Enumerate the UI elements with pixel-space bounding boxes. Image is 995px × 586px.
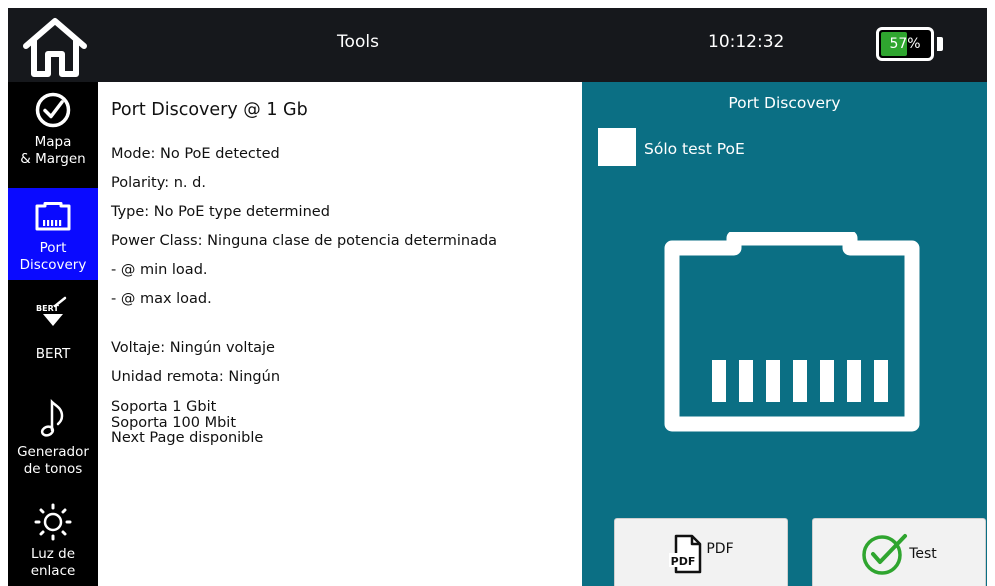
type-line: Type: No PoE type determined: [111, 204, 330, 220]
test-button[interactable]: Test: [812, 518, 986, 586]
sidebar-item-mapa-margen[interactable]: Mapa & Margen: [8, 84, 98, 188]
sidebar-item-label: Mapa & Margen: [20, 134, 86, 167]
support-line: Next Page disponible: [111, 430, 264, 446]
pdf-button-label: PDF: [706, 541, 734, 557]
sidebar-item-label: Luz de enlace: [30, 546, 76, 579]
top-bar: Tools 10:12:32 57%: [8, 8, 987, 82]
sidebar-item-luz-enlace[interactable]: Luz de enlace: [8, 494, 98, 586]
port-discovery-results: Port Discovery @ 1 Gb Mode: No PoE detec…: [98, 82, 582, 586]
test-button-label: Test: [909, 546, 937, 562]
sidebar: Mapa & Margen Port Discovery BERT BERT G…: [8, 82, 98, 586]
mode-line: Mode: No PoE detected: [111, 146, 280, 162]
sidebar-item-label: Generador de tonos: [17, 444, 89, 477]
music-note-icon: [38, 394, 68, 444]
screen-title: Tools: [337, 32, 379, 52]
ethernet-port-icon: [664, 232, 920, 432]
device-screen: Tools 10:12:32 57% Mapa & Margen Port Di…: [8, 8, 987, 586]
bert-icon: BERT: [33, 292, 73, 346]
supported-capabilities: Soporta 1 Gbit Soporta 100 Mbit Next Pag…: [111, 399, 264, 447]
sidebar-item-label: BERT: [35, 346, 71, 362]
support-line: Soporta 1 Gbit: [111, 399, 217, 415]
panel-title: Port Discovery: [728, 94, 841, 112]
port-discovery-panel: Port Discovery Sólo test PoE PDF PDF Tes…: [582, 82, 987, 586]
home-icon: [23, 18, 87, 77]
voltage-line: Voltaje: Ningún voltaje: [111, 340, 275, 356]
pdf-icon: PDF: [669, 534, 702, 574]
sidebar-item-generador-tonos[interactable]: Generador de tonos: [8, 388, 98, 488]
results-title: Port Discovery @ 1 Gb: [111, 100, 308, 120]
home-button[interactable]: [16, 14, 94, 80]
sun-icon: [33, 498, 73, 546]
clock: 10:12:32: [708, 32, 785, 52]
battery-indicator: 57%: [876, 27, 934, 61]
sidebar-item-port-discovery[interactable]: Port Discovery: [8, 188, 98, 280]
battery-percent: 57%: [889, 36, 921, 52]
remote-unit-line: Unidad remota: Ningún: [111, 369, 281, 385]
power-class-line: Power Class: Ninguna clase de potencia d…: [111, 233, 498, 249]
sidebar-item-label: Port Discovery: [19, 240, 87, 273]
pdf-button[interactable]: PDF PDF: [614, 518, 788, 586]
pdf-icon-text: PDF: [671, 555, 696, 568]
poe-only-checkbox[interactable]: [598, 128, 636, 166]
checkmark-circle-icon: [862, 534, 908, 575]
polarity-line: Polarity: n. d.: [111, 175, 206, 191]
ethernet-port-icon: [34, 194, 72, 240]
checkmark-circle-icon: [34, 86, 72, 134]
max-load-line: - @ max load.: [111, 291, 212, 307]
min-load-line: - @ min load.: [111, 262, 208, 278]
sidebar-item-bert[interactable]: BERT BERT: [8, 292, 98, 382]
battery-tip: [937, 37, 943, 51]
support-line: Soporta 100 Mbit: [111, 414, 237, 431]
poe-only-label: Sólo test PoE: [644, 140, 745, 158]
